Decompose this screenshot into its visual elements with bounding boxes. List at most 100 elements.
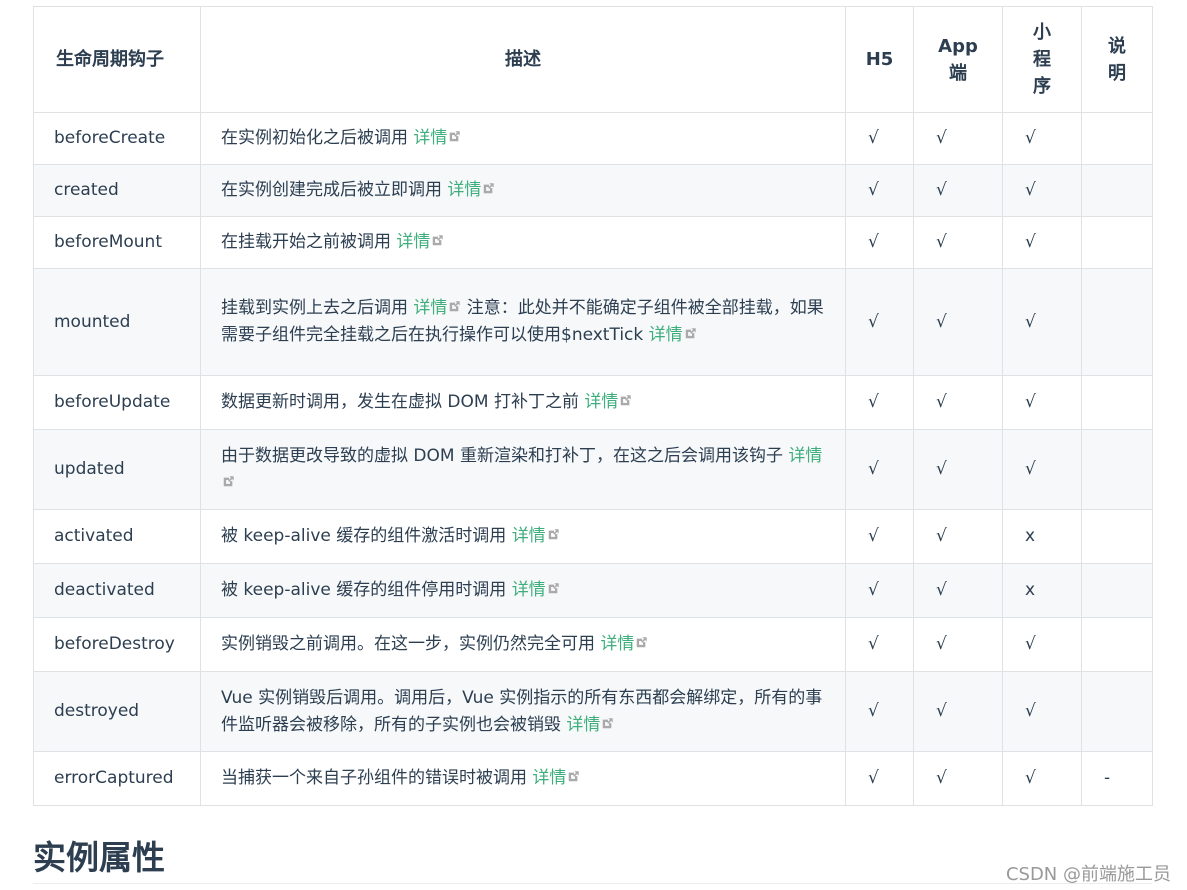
- description-text: 实例销毁之前调用。在这一步，实例仍然完全可用: [221, 634, 601, 654]
- description-text: 数据更新时调用，发生在虚拟 DOM 打补丁之前: [221, 392, 585, 412]
- support-app: √: [913, 429, 1003, 510]
- lifecycle-table-container: 生命周期钩子 描述 H5 App端 小程序 说明 beforeCreate 在实例…: [33, 6, 1153, 806]
- support-app: √: [913, 671, 1003, 752]
- details-link[interactable]: 详情: [788, 446, 822, 466]
- support-app: √: [913, 751, 1003, 806]
- description-text: 被 keep-alive 缓存的组件激活时调用: [221, 526, 512, 546]
- hook-name: mounted: [33, 268, 201, 376]
- details-link[interactable]: 详情: [566, 715, 600, 735]
- support-h5: √: [845, 268, 914, 376]
- hook-name: beforeMount: [33, 216, 201, 269]
- hook-name: beforeCreate: [33, 112, 201, 165]
- hook-name: destroyed: [33, 671, 201, 752]
- table-row: activated 被 keep-alive 缓存的组件激活时调用 详情 √ √ x: [33, 509, 1153, 564]
- notes-cell: [1081, 112, 1153, 165]
- external-link-icon: [621, 395, 632, 406]
- hook-name: activated: [33, 509, 201, 564]
- details-link[interactable]: 详情: [512, 580, 546, 600]
- support-h5: √: [845, 375, 914, 430]
- details-link[interactable]: 详情: [413, 128, 447, 148]
- header-description: 描述: [200, 6, 846, 113]
- hook-name: errorCaptured: [33, 751, 201, 806]
- table-row: beforeCreate 在实例初始化之后被调用 详情 √ √ √: [33, 112, 1153, 165]
- notes-cell: [1081, 429, 1153, 510]
- support-h5: √: [845, 617, 914, 672]
- table-row: mounted 挂载到实例上去之后调用 详情 注意：此处并不能确定子组件被全部挂载…: [33, 268, 1153, 376]
- support-app: √: [913, 112, 1003, 165]
- support-h5: √: [845, 671, 914, 752]
- hook-name: beforeDestroy: [33, 617, 201, 672]
- support-miniprogram: √: [1002, 216, 1082, 269]
- details-link[interactable]: 详情: [447, 180, 481, 200]
- hook-description: 实例销毁之前调用。在这一步，实例仍然完全可用 详情: [200, 617, 846, 672]
- external-link-icon: [548, 529, 559, 540]
- table-row: errorCaptured 当捕获一个来自子孙组件的错误时被调用 详情 √ √ √ -: [33, 751, 1153, 806]
- notes-cell: [1081, 268, 1153, 376]
- hook-description: 在实例创建完成后被立即调用 详情: [200, 164, 846, 217]
- support-miniprogram: √: [1002, 429, 1082, 510]
- table-row: destroyed Vue 实例销毁后调用。调用后，Vue 实例指示的所有东西都会…: [33, 671, 1153, 752]
- external-link-icon: [484, 183, 495, 194]
- support-h5: √: [845, 112, 914, 165]
- details-link[interactable]: 详情: [512, 526, 546, 546]
- details-link[interactable]: 详情: [649, 325, 683, 345]
- table-header-row: 生命周期钩子 描述 H5 App端 小程序 说明: [33, 6, 1153, 113]
- details-link[interactable]: 详情: [532, 768, 566, 788]
- hook-description: 挂载到实例上去之后调用 详情 注意：此处并不能确定子组件被全部挂载，如果需要子组…: [200, 268, 846, 376]
- external-link-icon: [450, 301, 461, 312]
- description-text: Vue 实例销毁后调用。调用后，Vue 实例指示的所有东西都会解绑定，所有的事件…: [221, 687, 823, 735]
- details-link[interactable]: 详情: [600, 634, 634, 654]
- external-link-icon: [637, 637, 648, 648]
- hook-description: Vue 实例销毁后调用。调用后，Vue 实例指示的所有东西都会解绑定，所有的事件…: [200, 671, 846, 752]
- description-text: 被 keep-alive 缓存的组件停用时调用: [221, 580, 512, 600]
- notes-cell: [1081, 671, 1153, 752]
- notes-cell: [1081, 509, 1153, 564]
- header-lifecycle-hook: 生命周期钩子: [33, 6, 201, 113]
- support-app: √: [913, 164, 1003, 217]
- details-link[interactable]: 详情: [396, 232, 430, 252]
- notes-cell: [1081, 375, 1153, 430]
- table-row: deactivated 被 keep-alive 缓存的组件停用时调用 详情 √ √ x: [33, 563, 1153, 618]
- external-link-icon: [223, 475, 234, 486]
- table-row: created 在实例创建完成后被立即调用 详情 √ √ √: [33, 164, 1153, 217]
- support-h5: √: [845, 563, 914, 618]
- external-link-icon: [603, 717, 614, 728]
- support-miniprogram: √: [1002, 112, 1082, 165]
- support-miniprogram: √: [1002, 617, 1082, 672]
- section-heading: 实例属性: [33, 838, 165, 877]
- hook-description: 当捕获一个来自子孙组件的错误时被调用 详情: [200, 751, 846, 806]
- header-miniprogram: 小程序: [1002, 6, 1082, 113]
- table-row: beforeMount 在挂载开始之前被调用 详情 √ √ √: [33, 216, 1153, 269]
- hook-name: updated: [33, 429, 201, 510]
- support-miniprogram: √: [1002, 164, 1082, 217]
- header-app: App端: [913, 6, 1003, 113]
- support-miniprogram: x: [1002, 509, 1082, 564]
- support-miniprogram: √: [1002, 375, 1082, 430]
- description-text: 挂载到实例上去之后调用: [221, 298, 414, 318]
- external-link-icon: [450, 131, 461, 142]
- external-link-icon: [569, 771, 580, 782]
- lifecycle-table: 生命周期钩子 描述 H5 App端 小程序 说明 beforeCreate 在实例…: [33, 6, 1153, 806]
- support-h5: √: [845, 164, 914, 217]
- support-app: √: [913, 375, 1003, 430]
- heading-divider: [33, 883, 1152, 884]
- notes-cell: [1081, 216, 1153, 269]
- notes-cell: [1081, 164, 1153, 217]
- notes-cell: -: [1081, 751, 1153, 806]
- watermark: CSDN @前端施工员: [1005, 864, 1171, 885]
- description-text: 在实例创建完成后被立即调用: [221, 180, 448, 200]
- details-link[interactable]: 详情: [584, 392, 618, 412]
- header-h5: H5: [845, 6, 914, 113]
- support-app: √: [913, 268, 1003, 376]
- support-h5: √: [845, 509, 914, 564]
- support-app: √: [913, 216, 1003, 269]
- external-link-icon: [433, 235, 444, 246]
- hook-description: 被 keep-alive 缓存的组件停用时调用 详情: [200, 563, 846, 618]
- hook-name: beforeUpdate: [33, 375, 201, 430]
- hook-description: 在实例初始化之后被调用 详情: [200, 112, 846, 165]
- hook-name: deactivated: [33, 563, 201, 618]
- header-notes: 说明: [1081, 6, 1153, 113]
- support-h5: √: [845, 216, 914, 269]
- details-link[interactable]: 详情: [413, 298, 447, 318]
- support-miniprogram: x: [1002, 563, 1082, 618]
